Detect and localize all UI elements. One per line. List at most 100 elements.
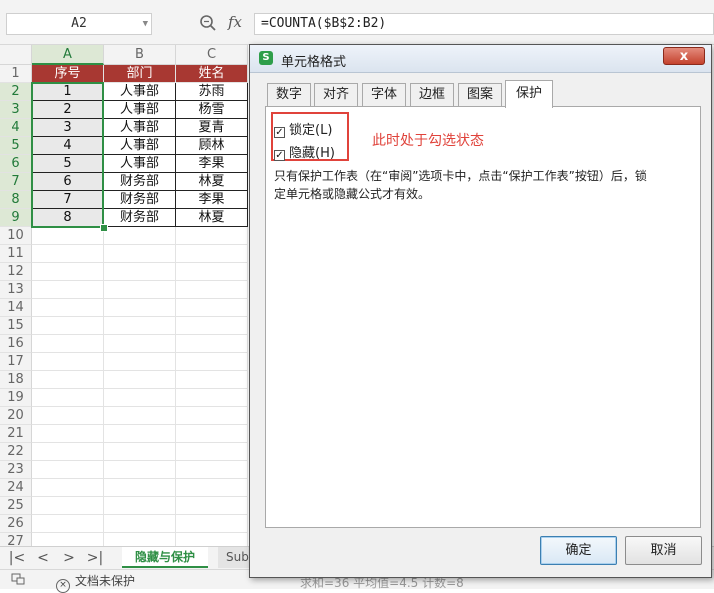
header-cell[interactable]: 姓名 (176, 65, 248, 83)
empty-cell[interactable] (176, 245, 248, 263)
table-cell[interactable]: 林夏 (176, 173, 248, 191)
empty-cell[interactable] (104, 263, 176, 281)
empty-cell[interactable] (176, 299, 248, 317)
row-header[interactable]: 22 (0, 443, 32, 461)
empty-cell[interactable] (32, 335, 104, 353)
table-cell[interactable]: 李果 (176, 155, 248, 173)
empty-cell[interactable] (32, 227, 104, 245)
empty-cell[interactable] (32, 497, 104, 515)
empty-cell[interactable] (32, 443, 104, 461)
locked-checkbox-row[interactable]: ✓ 锁定(L) (274, 119, 332, 138)
empty-cell[interactable] (104, 407, 176, 425)
row-header[interactable]: 19 (0, 389, 32, 407)
empty-cell[interactable] (104, 425, 176, 443)
empty-cell[interactable] (176, 497, 248, 515)
empty-cell[interactable] (32, 425, 104, 443)
row-header[interactable]: 4 (0, 119, 32, 137)
empty-cell[interactable] (176, 479, 248, 497)
row-header[interactable]: 15 (0, 317, 32, 335)
table-cell[interactable]: 7 (32, 191, 104, 209)
empty-cell[interactable] (104, 443, 176, 461)
row-header[interactable]: 20 (0, 407, 32, 425)
row-header[interactable]: 6 (0, 155, 32, 173)
table-cell[interactable]: 1 (32, 83, 104, 101)
select-all-corner[interactable] (0, 45, 32, 65)
empty-cell[interactable] (104, 497, 176, 515)
empty-cell[interactable] (32, 263, 104, 281)
empty-cell[interactable] (104, 371, 176, 389)
row-header[interactable]: 13 (0, 281, 32, 299)
row-header[interactable]: 10 (0, 227, 32, 245)
empty-cell[interactable] (32, 389, 104, 407)
column-header-c[interactable]: C (176, 45, 248, 65)
empty-cell[interactable] (104, 245, 176, 263)
row-header[interactable]: 25 (0, 497, 32, 515)
row-header[interactable]: 23 (0, 461, 32, 479)
table-cell[interactable]: 财务部 (104, 191, 176, 209)
close-button[interactable]: x (663, 47, 705, 65)
empty-cell[interactable] (176, 389, 248, 407)
row-header[interactable]: 26 (0, 515, 32, 533)
empty-cell[interactable] (176, 461, 248, 479)
header-cell[interactable]: 部门 (104, 65, 176, 83)
table-cell[interactable]: 2 (32, 101, 104, 119)
table-cell[interactable]: 6 (32, 173, 104, 191)
empty-cell[interactable] (104, 299, 176, 317)
empty-cell[interactable] (104, 335, 176, 353)
ok-button[interactable]: 确定 (540, 536, 617, 565)
table-cell[interactable]: 财务部 (104, 173, 176, 191)
tab-protection[interactable]: 保护 (505, 80, 553, 108)
empty-cell[interactable] (104, 389, 176, 407)
empty-cell[interactable] (32, 245, 104, 263)
empty-cell[interactable] (32, 299, 104, 317)
function-wizard-button[interactable]: fx (228, 13, 242, 31)
dialog-titlebar[interactable]: S 单元格格式 x (250, 45, 711, 73)
document-protect-status[interactable]: × 文档未保护 (56, 572, 135, 593)
empty-cell[interactable] (32, 371, 104, 389)
table-cell[interactable]: 8 (32, 209, 104, 227)
empty-cell[interactable] (104, 317, 176, 335)
locked-checkbox[interactable]: ✓ (274, 127, 285, 138)
table-cell[interactable]: 杨雪 (176, 101, 248, 119)
row-header[interactable]: 14 (0, 299, 32, 317)
name-box[interactable]: A2 ▼ (6, 13, 152, 35)
empty-cell[interactable] (32, 407, 104, 425)
empty-cell[interactable] (32, 281, 104, 299)
empty-cell[interactable] (176, 371, 248, 389)
previous-sheet-button[interactable]: < (34, 549, 52, 567)
empty-cell[interactable] (104, 227, 176, 245)
row-header[interactable]: 7 (0, 173, 32, 191)
row-header[interactable]: 12 (0, 263, 32, 281)
empty-cell[interactable] (32, 461, 104, 479)
empty-cell[interactable] (104, 353, 176, 371)
header-cell[interactable]: 序号 (32, 65, 104, 83)
table-cell[interactable]: 人事部 (104, 155, 176, 173)
empty-cell[interactable] (176, 281, 248, 299)
column-header-a[interactable]: A (32, 45, 104, 65)
hidden-checkbox[interactable]: ✓ (274, 150, 285, 161)
empty-cell[interactable] (176, 227, 248, 245)
table-cell[interactable]: 人事部 (104, 83, 176, 101)
row-header[interactable]: 11 (0, 245, 32, 263)
table-cell[interactable]: 夏青 (176, 119, 248, 137)
table-cell[interactable]: 5 (32, 155, 104, 173)
empty-cell[interactable] (176, 353, 248, 371)
table-cell[interactable]: 人事部 (104, 137, 176, 155)
table-cell[interactable]: 3 (32, 119, 104, 137)
first-sheet-button[interactable]: |< (8, 549, 26, 567)
empty-cell[interactable] (104, 281, 176, 299)
fill-handle[interactable] (100, 224, 108, 232)
column-header-b[interactable]: B (104, 45, 176, 65)
hidden-checkbox-row[interactable]: ✓ 隐藏(H) (274, 142, 335, 161)
empty-cell[interactable] (32, 353, 104, 371)
row-header[interactable]: 17 (0, 353, 32, 371)
tab-pattern[interactable]: 图案 (458, 83, 502, 107)
table-cell[interactable]: 苏雨 (176, 83, 248, 101)
cancel-button[interactable]: 取消 (625, 536, 702, 565)
tab-font[interactable]: 字体 (362, 83, 406, 107)
row-header[interactable]: 1 (0, 65, 32, 83)
row-header[interactable]: 9 (0, 209, 32, 227)
macro-record-icon[interactable] (11, 573, 25, 585)
next-sheet-button[interactable]: > (60, 549, 78, 567)
empty-cell[interactable] (32, 479, 104, 497)
